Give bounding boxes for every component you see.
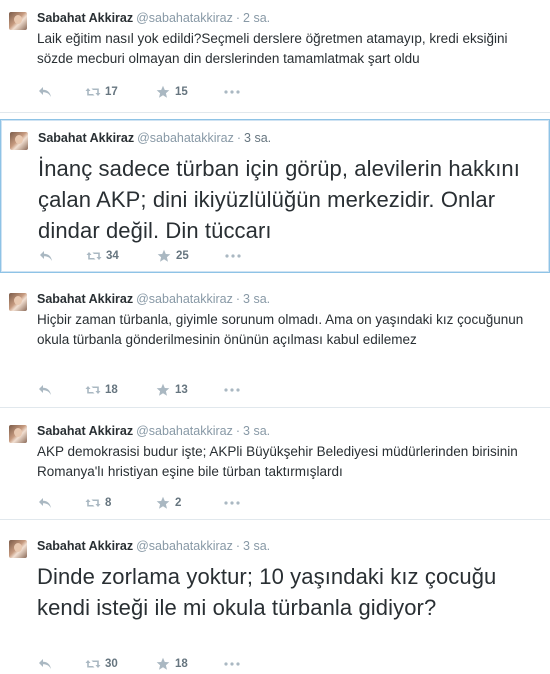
tweet-header: Sabahat Akkiraz @sabahatakkiraz · 3 sa. [37,423,270,439]
reply-icon [37,383,53,397]
tweet-header: Sabahat Akkiraz @sabahatakkiraz · 2 sa. [37,10,270,26]
avatar[interactable] [9,540,27,558]
tweet-timestamp[interactable]: 3 sa. [243,539,270,553]
retweet-button[interactable]: 17 [85,84,118,100]
author-name[interactable]: Sabahat Akkiraz [37,539,133,553]
more-options-icon [224,496,240,510]
tweet-timestamp[interactable]: 3 sa. [244,131,271,145]
tweet-timestamp[interactable]: 3 sa. [243,292,270,306]
author-handle[interactable]: @sabahatakkiraz [136,292,233,306]
tweet[interactable]: Sabahat Akkiraz @sabahatakkiraz · 3 sa. AKP… [0,413,550,520]
more-options-icon [224,85,240,99]
favorite-count: 15 [175,86,188,98]
tweet-timeline: Sabahat Akkiraz @sabahatakkiraz · 2 sa. Lai… [0,0,550,674]
reply-icon [37,496,53,510]
avatar[interactable] [9,12,27,30]
favorite-star-icon [155,496,171,510]
reply-icon [37,657,53,671]
retweet-count: 18 [105,384,118,396]
author-handle[interactable]: @sabahatakkiraz [136,424,233,438]
favorite-button[interactable]: 2 [155,495,181,511]
tweet-text: AKP demokrasisi budur işte; AKPli Büyükş… [37,444,518,479]
retweet-icon [85,657,101,671]
reply-button[interactable] [37,656,53,672]
more-options-button[interactable] [224,84,240,100]
tweet-header: Sabahat Akkiraz @sabahatakkiraz · 3 sa. [37,291,270,307]
favorite-count: 18 [175,658,188,670]
retweet-icon [85,383,101,397]
more-options-button[interactable] [224,382,240,398]
favorite-star-icon [156,249,172,263]
tweet[interactable]: Sabahat Akkiraz @sabahatakkiraz · 2 sa. Lai… [0,0,550,113]
avatar[interactable] [10,132,28,150]
more-options-icon [224,383,240,397]
tweet-text: Hiçbir zaman türbanla, giyimle sorunum o… [37,312,524,347]
retweet-count: 17 [105,86,118,98]
reply-button[interactable] [37,382,53,398]
tweet-header: Sabahat Akkiraz @sabahatakkiraz · 3 sa. [37,538,270,554]
separator-dot: · [235,292,241,306]
more-options-button[interactable] [224,495,240,511]
favorite-star-icon [155,85,171,99]
reply-icon [37,85,53,99]
author-handle[interactable]: @sabahatakkiraz [136,539,233,553]
avatar[interactable] [9,425,27,443]
tweet-timestamp[interactable]: 3 sa. [243,424,270,438]
author-name[interactable]: Sabahat Akkiraz [37,11,133,25]
author-name[interactable]: Sabahat Akkiraz [37,424,133,438]
separator-dot: · [235,11,241,25]
favorite-count: 2 [175,497,182,509]
tweet-text: İnanç sadece türban için görüp, aleviler… [38,156,520,243]
retweet-button[interactable]: 30 [85,656,118,672]
more-options-button[interactable] [225,248,241,264]
favorite-star-icon [155,383,171,397]
retweet-icon [86,249,102,263]
favorite-button[interactable]: 25 [156,248,189,264]
author-handle[interactable]: @sabahatakkiraz [136,11,233,25]
more-options-icon [224,657,240,671]
tweet-header: Sabahat Akkiraz @sabahatakkiraz · 3 sa. [38,130,271,146]
retweet-icon [85,496,101,510]
reply-button[interactable] [37,495,53,511]
retweet-count: 30 [105,658,118,670]
retweet-button[interactable]: 18 [85,382,118,398]
reply-button[interactable] [37,84,53,100]
more-options-button[interactable] [224,656,240,672]
reply-icon [38,249,54,263]
tweet-text: Laik eğitim nasıl yok edildi?Seçmeli der… [37,31,508,66]
favorite-button[interactable]: 13 [155,382,188,398]
avatar[interactable] [9,293,27,311]
tweet-text: Dinde zorlama yoktur; 10 yaşındaki kız ç… [37,564,497,620]
favorite-star-icon [155,657,171,671]
retweet-count: 8 [105,497,112,509]
author-name[interactable]: Sabahat Akkiraz [37,292,133,306]
favorite-button[interactable]: 18 [155,656,188,672]
retweet-button[interactable]: 8 [85,495,111,511]
tweet[interactable]: Sabahat Akkiraz @sabahatakkiraz · 3 sa. Din… [0,528,550,674]
more-options-icon [225,249,241,263]
favorite-button[interactable]: 15 [155,84,188,100]
author-name[interactable]: Sabahat Akkiraz [38,131,134,145]
separator-dot: · [235,424,241,438]
separator-dot: · [235,539,241,553]
author-handle[interactable]: @sabahatakkiraz [137,131,234,145]
favorite-count: 13 [175,384,188,396]
reply-button[interactable] [38,248,54,264]
retweet-button[interactable]: 34 [86,248,119,264]
tweet-timestamp[interactable]: 2 sa. [243,11,270,25]
retweet-icon [85,85,101,99]
separator-dot: · [236,131,242,145]
retweet-count: 34 [106,250,119,262]
tweet[interactable]: Sabahat Akkiraz @sabahatakkiraz · 3 sa. Hiç… [0,281,550,408]
tweet[interactable]: Sabahat Akkiraz @sabahatakkiraz · 3 sa. İna… [0,119,550,273]
favorite-count: 25 [176,250,189,262]
